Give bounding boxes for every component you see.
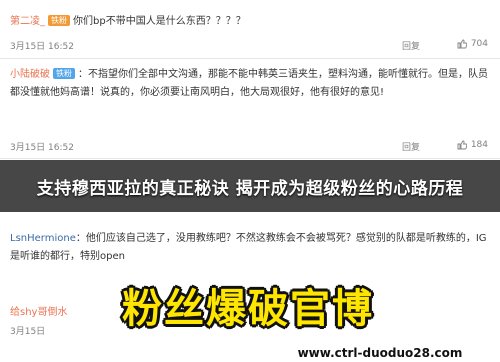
comment-meta: 3月15日 16:52 回复 704 — [10, 39, 488, 52]
headline-text: 支持穆西亚拉的真正秘诀 揭开成为超级粉丝的心路历程 — [36, 178, 464, 199]
overlay-caption-text: 粉丝爆破官博 — [122, 286, 374, 332]
comment-line: 给shy哥倒水 — [10, 306, 67, 319]
comment-username[interactable]: LsnHermione — [10, 233, 76, 244]
reply-button[interactable]: 回复 — [402, 39, 420, 52]
comment-text: 不指望你们全部中文沟通，那能不能中韩英三语夹生，塑料沟通，能听懂就行。但是，队员… — [10, 69, 488, 98]
comment-text: 他们应该自己选了，没用教练吧？不然这教练会不会被骂死？感觉别的队都是听教练的，I… — [10, 233, 487, 262]
headline-banner: 支持穆西亚拉的真正秘诀 揭开成为超级粉丝的心路历程 — [0, 160, 500, 212]
fan-badge: 铁粉 — [48, 15, 70, 26]
comment-body: LsnHermione：他们应该自己选了，没用教练吧？不然这教练会不会被骂死？感… — [10, 233, 487, 262]
comment-username[interactable]: 给shy哥倒水 — [10, 307, 67, 318]
comment-meta: 3月15日 16:52 回复 184 — [10, 140, 488, 153]
thumbs-up-icon — [457, 140, 467, 150]
thumbs-up-icon — [457, 39, 467, 49]
like-button[interactable]: 184 — [457, 140, 488, 150]
divider — [0, 58, 500, 59]
comment-date: 3月15日 16:52 — [10, 143, 74, 153]
divider — [0, 158, 500, 159]
site-watermark: www.ctrl-duoduo28.com — [266, 343, 494, 362]
comment-text: 你们bp不带中国人是什么东西？？？？ — [73, 16, 246, 27]
like-count: 704 — [470, 39, 488, 49]
watermark-text: www.ctrl-duoduo28.com — [297, 345, 463, 360]
overlay-caption: 粉丝爆破官博 — [92, 276, 404, 334]
comment-item: 第二凌_ 铁粉 你们bp不带中国人是什么东西？？？？ 3月15日 16:52 回复 … — [0, 0, 500, 60]
like-count: 184 — [470, 140, 488, 150]
comment-username[interactable]: 第二凌_ — [10, 16, 45, 27]
like-button[interactable]: 704 — [457, 39, 488, 49]
comment-item: 小陆破破 铁粉 ：不指望你们全部中文沟通，那能不能中韩英三语夹生，塑料沟通，能听懂就… — [0, 60, 500, 160]
comment-body: 小陆破破 铁粉 ：不指望你们全部中文沟通，那能不能中韩英三语夹生，塑料沟通，能听懂就… — [10, 68, 488, 98]
reply-button[interactable]: 回复 — [402, 140, 420, 153]
comment-username[interactable]: 小陆破破 — [10, 69, 50, 80]
comment-line: 第二凌_ 铁粉 你们bp不带中国人是什么东西？？？？ — [10, 15, 246, 28]
fan-badge: 铁粉 — [53, 68, 75, 79]
comment-date: 3月15日 — [10, 327, 46, 337]
comment-date: 3月15日 16:52 — [10, 42, 74, 52]
